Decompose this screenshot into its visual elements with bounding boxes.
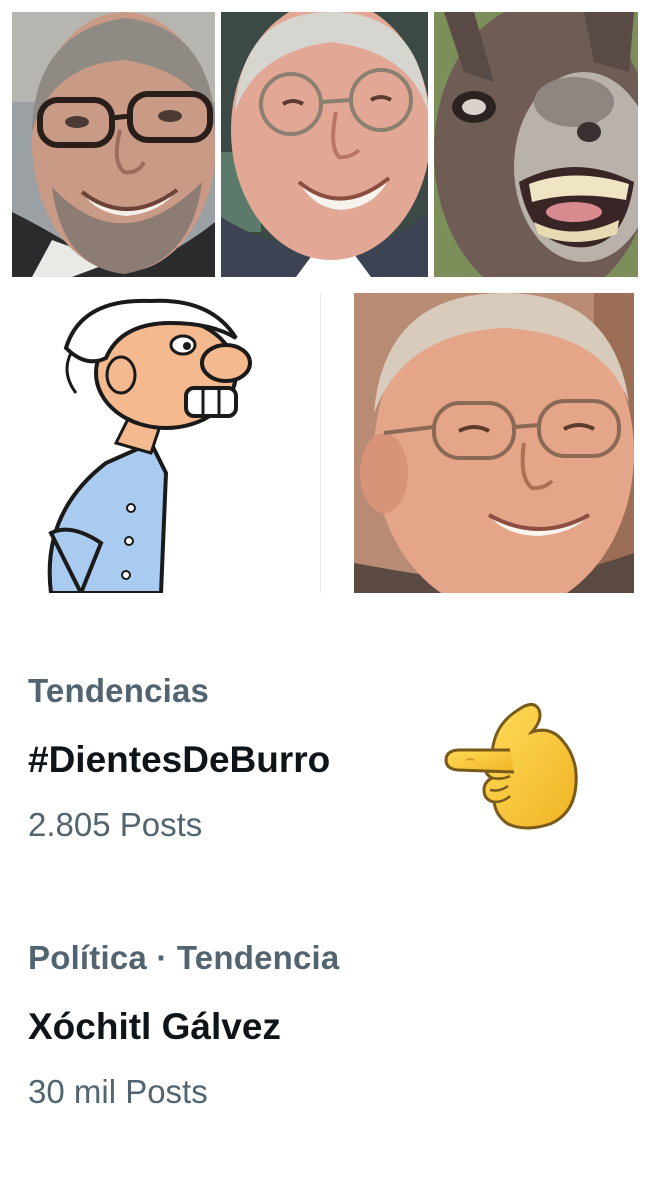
man-with-glasses-image (12, 12, 215, 277)
collage-photo-1[interactable] (12, 12, 215, 277)
smiling-man-image (221, 12, 428, 277)
collage-photo-2[interactable] (221, 12, 428, 277)
smiling-man-closeup-image (354, 293, 634, 593)
donkey-image (434, 12, 638, 277)
collage-photo-4[interactable] (11, 293, 308, 593)
trend-hashtag-link[interactable]: #DientesDeBurro (28, 739, 330, 781)
collage-divider (320, 293, 321, 593)
backhand-index-pointing-left-icon (444, 703, 578, 830)
cartoon-old-man-image (11, 293, 308, 593)
trend-post-count: 30 mil Posts (28, 1073, 208, 1110)
trend-category: Política · Tendencia (28, 939, 340, 976)
trend-topic-link[interactable]: Xóchitl Gálvez (28, 1006, 281, 1048)
trend-post-count: 2.805 Posts (28, 806, 203, 843)
trend-category: Tendencias (28, 672, 210, 709)
collage-photo-5[interactable] (354, 293, 634, 593)
collage-photo-3[interactable] (434, 12, 638, 277)
